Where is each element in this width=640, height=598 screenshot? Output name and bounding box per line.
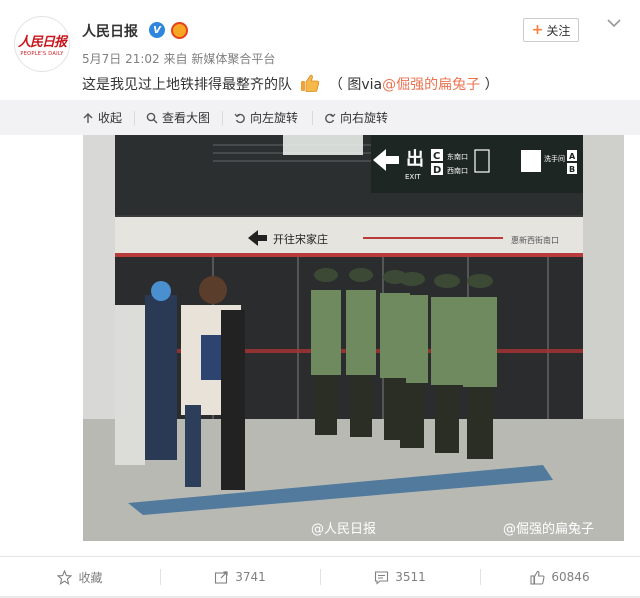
rotate-right-button[interactable]: 向右旋转 bbox=[324, 109, 388, 126]
gate-label: B bbox=[569, 165, 575, 174]
rotate-left-button[interactable]: 向左旋转 bbox=[234, 109, 298, 126]
avatar-logo-subtext: PEOPLE'S DAILY bbox=[20, 51, 64, 57]
weibo-post-card: 人民日报 PEOPLE'S DAILY 人民日报 V 5月7日 21:02 来自… bbox=[0, 0, 640, 556]
star-icon bbox=[57, 569, 73, 585]
post-source[interactable]: 新媒体聚合平台 bbox=[191, 52, 275, 66]
view-large-label: 查看大图 bbox=[162, 111, 211, 125]
rotate-left-label: 向左旋转 bbox=[250, 111, 299, 125]
exit-direction: 东南口 bbox=[447, 152, 468, 161]
plus-icon: + bbox=[531, 22, 544, 38]
repost-icon bbox=[215, 570, 228, 584]
follow-label: 关注 bbox=[546, 23, 571, 38]
image-toolbar: 收起 查看大图 向左旋转 向右旋转 bbox=[0, 100, 640, 135]
favorite-label: 收藏 bbox=[78, 570, 103, 585]
thumbs-up-emoji-icon bbox=[301, 74, 320, 92]
platform-right-text: 惠新西街南口 bbox=[511, 235, 559, 245]
platform-direction-text: 开往宋家庄 bbox=[273, 232, 328, 246]
exit-direction: 西南口 bbox=[447, 166, 468, 175]
watermark-author: @倔强的扁兔子 bbox=[503, 521, 594, 537]
view-large-button[interactable]: 查看大图 bbox=[146, 109, 210, 126]
search-icon bbox=[146, 112, 158, 123]
avatar-logo-text: 人民日报 bbox=[17, 35, 67, 50]
toilet-label: 洗手间 bbox=[544, 154, 565, 163]
like-button[interactable]: 60846 bbox=[480, 557, 640, 597]
author-avatar[interactable]: 人民日报 PEOPLE'S DAILY bbox=[14, 16, 70, 72]
repost-count: 3741 bbox=[235, 570, 266, 584]
post-meta: 5月7日 21:02 来自 新媒体聚合平台 bbox=[82, 50, 275, 67]
post-text-main: 这是我见过上地铁排得最整齐的队 bbox=[82, 77, 292, 93]
platform-red-line bbox=[115, 253, 583, 257]
gate-label: D bbox=[433, 165, 441, 176]
favorite-button[interactable]: 收藏 bbox=[0, 557, 160, 597]
post-time[interactable]: 5月7日 21:02 bbox=[82, 52, 160, 66]
post-credit-close: ） bbox=[480, 77, 499, 93]
exit-sign-word: EXIT bbox=[405, 173, 421, 181]
arrow-up-icon bbox=[83, 112, 93, 123]
toolbar-divider bbox=[312, 111, 313, 125]
exit-sign-char: 出 bbox=[406, 148, 424, 170]
ceiling-light bbox=[283, 135, 363, 155]
rotate-right-icon bbox=[325, 113, 336, 123]
chevron-down-icon[interactable] bbox=[607, 18, 621, 28]
rotate-left-icon bbox=[234, 113, 245, 123]
toolbar-divider bbox=[134, 111, 135, 125]
follow-button[interactable]: + 关注 bbox=[523, 18, 579, 42]
post-action-bar: 收藏 3741 3511 60846 bbox=[0, 556, 640, 596]
rotate-right-label: 向右旋转 bbox=[340, 111, 389, 125]
comment-button[interactable]: 3511 bbox=[320, 557, 480, 597]
collapse-button[interactable]: 收起 bbox=[82, 109, 122, 126]
toilet-person-icon bbox=[521, 150, 541, 172]
comment-count: 3511 bbox=[395, 570, 426, 584]
verified-badge-icon: V bbox=[149, 22, 165, 38]
post-photo[interactable]: 出 EXIT C D 东南口 西南口 洗手间 A B 开往宋家庄 惠新西街南口 bbox=[83, 135, 624, 541]
comment-icon bbox=[375, 570, 389, 585]
exit-sign bbox=[371, 135, 583, 193]
credit-user-link[interactable]: @倔强的扁兔子 bbox=[382, 77, 480, 93]
gate-label: A bbox=[569, 152, 576, 161]
post-text: 这是我见过上地铁排得最整齐的队 （ 图via@倔强的扁兔子 ） bbox=[82, 74, 499, 94]
gate-label: C bbox=[433, 151, 440, 162]
thumbs-up-icon bbox=[530, 570, 545, 585]
medal-icon bbox=[171, 22, 188, 39]
watermark-people-daily: @人民日报 bbox=[311, 522, 376, 537]
author-name[interactable]: 人民日报 bbox=[82, 21, 138, 41]
repost-button[interactable]: 3741 bbox=[160, 557, 320, 597]
post-credit-open: （ 图via bbox=[328, 77, 383, 93]
source-prefix: 来自 bbox=[163, 52, 188, 66]
collapse-label: 收起 bbox=[98, 111, 123, 125]
like-count: 60846 bbox=[551, 570, 590, 584]
toolbar-divider bbox=[222, 111, 223, 125]
